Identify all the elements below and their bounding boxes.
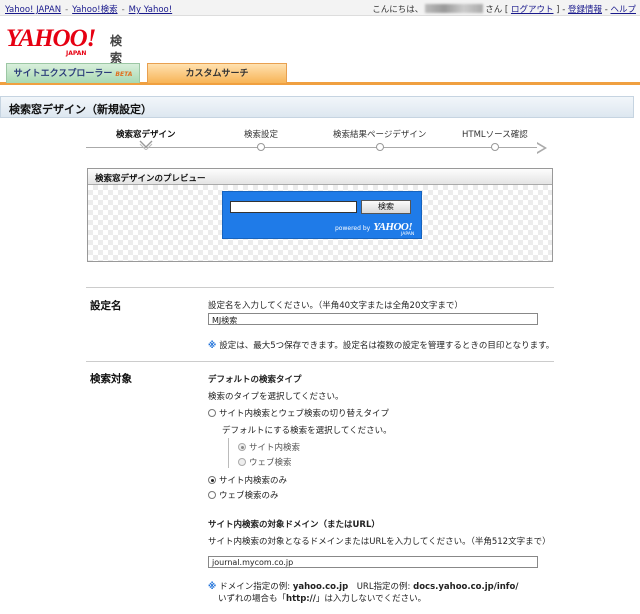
setting-name-label: 設定名	[90, 300, 122, 312]
preview-title: 検索窓デザインのプレビュー	[88, 169, 552, 185]
step-label: 検索窓デザイン	[116, 130, 176, 140]
step-label: 検索結果ページデザイン	[333, 130, 427, 140]
option-label: サイト内検索	[249, 443, 301, 453]
beta-badge: BETA	[115, 71, 133, 78]
powered-by-text: powered by	[335, 225, 371, 232]
divider	[86, 361, 554, 362]
sub-option-site[interactable]: サイト内検索	[238, 441, 300, 453]
step-dot-icon	[490, 143, 499, 151]
redacted-username	[425, 4, 484, 13]
preview-search-button[interactable]: 検索	[361, 200, 411, 214]
top-bar: Yahoo! JAPAN - Yahoo!検索 - My Yahoo! こんにちは、 さん…	[0, 0, 640, 16]
logo-service: 検索	[110, 34, 123, 65]
domain-title: サイト内検索の対象ドメイン（またはURL）	[208, 520, 380, 530]
design-preview: 検索窓デザインのプレビュー 検索 powered by YAHOO! JAPAN	[87, 168, 553, 262]
option-label: ウェブ検索のみ	[219, 491, 279, 501]
tab-site-explorer[interactable]: サイトエクスプローラー BETA	[6, 63, 140, 83]
search-target-label: 検索対象	[90, 373, 132, 385]
example-text: いずれの場合も「	[218, 594, 287, 604]
domain-input[interactable]: journal.mycom.co.jp	[208, 556, 538, 568]
note-text: 設定は、最大5つ保存できます。設定名は複数の設定を管理するときの目印となります。	[219, 341, 555, 351]
separator: -	[604, 5, 608, 15]
greeting-prefix: こんにちは、	[372, 5, 424, 15]
tab-custom-search[interactable]: カスタムサーチ	[147, 63, 287, 83]
powered-by-sub: JAPAN	[401, 232, 415, 237]
step-label: 検索設定	[244, 130, 279, 140]
top-links: Yahoo! JAPAN - Yahoo!検索 - My Yahoo!	[5, 3, 172, 15]
divider	[86, 287, 554, 288]
step-3: 検索結果ページデザイン	[333, 128, 427, 151]
page-title: 検索窓デザイン（新規設定）	[9, 103, 152, 116]
tab-label: カスタムサーチ	[185, 69, 249, 79]
my-yahoo-link[interactable]: My Yahoo!	[129, 5, 173, 15]
radio-site-only[interactable]	[208, 476, 216, 484]
default-select-instruction: デフォルトにする検索を選択してください。	[222, 426, 392, 436]
yahoo-search-logo[interactable]: YAHOO! JAPAN 検索	[6, 25, 122, 65]
separator: -	[65, 5, 69, 15]
help-link[interactable]: ヘルプ	[610, 5, 636, 15]
radio-sub-site[interactable]	[238, 443, 246, 451]
sub-option-web[interactable]: ウェブ検索	[238, 456, 292, 468]
option-label: サイト内検索とウェブ検索の切り替えタイプ	[219, 409, 390, 419]
powered-by-yahoo: powered by YAHOO! JAPAN	[335, 221, 414, 237]
search-widget-preview: 検索 powered by YAHOO! JAPAN	[222, 191, 422, 239]
note-mark: ※	[208, 341, 217, 351]
radio-web-only[interactable]	[208, 491, 216, 499]
yahoo-japan-link[interactable]: Yahoo! JAPAN	[5, 5, 61, 15]
step-4: HTMLソース確認	[462, 128, 528, 151]
radio-switch-type[interactable]	[208, 409, 216, 417]
step-1: 検索窓デザイン	[116, 128, 176, 150]
domain-example-2: いずれの場合も「http://」は入力しないでください。	[218, 592, 426, 604]
tab-label: サイトエクスプローラー	[13, 69, 113, 79]
step-dot-icon	[257, 143, 265, 151]
step-progress: 検索窓デザイン 検索設定 検索結果ページデザイン HTMLソース確認	[86, 128, 556, 158]
default-type-title: デフォルトの検索タイプ	[208, 375, 302, 385]
step-line	[86, 147, 544, 148]
example-http: http://	[286, 594, 316, 604]
preview-canvas: 検索 powered by YAHOO! JAPAN	[88, 185, 552, 261]
yahoo-search-link[interactable]: Yahoo!検索	[72, 5, 117, 15]
separator: -	[121, 5, 125, 15]
step-dot-icon	[375, 143, 384, 151]
example-domain: yahoo.co.jp	[292, 582, 349, 592]
option-web-only[interactable]: ウェブ検索のみ	[208, 489, 279, 501]
example-text: ドメイン指定の例:	[219, 582, 293, 592]
note-mark: ※	[208, 582, 217, 592]
preview-search-input[interactable]	[230, 201, 357, 213]
domain-instruction: サイト内検索の対象となるドメインまたはURLを入力してください。（半角512文字…	[208, 537, 551, 547]
logo-sub: JAPAN	[66, 50, 87, 57]
user-area: こんにちは、 さん [ ログアウト ] - 登録情報 - ヘルプ	[372, 4, 636, 15]
chevron-down-icon	[139, 140, 153, 150]
setting-name-instruction: 設定名を入力してください。（半角40文字または全角20文字まで）	[208, 301, 463, 311]
radio-sub-web[interactable]	[238, 458, 246, 466]
option-label: ウェブ検索	[249, 458, 292, 468]
default-type-instruction: 検索のタイプを選択してください。	[208, 392, 344, 402]
option-switch[interactable]: サイト内検索とウェブ検索の切り替えタイプ	[208, 407, 389, 419]
example-text: 」は入力しないでください。	[315, 594, 427, 604]
logout-link[interactable]: ログアウト	[511, 5, 554, 15]
logo-brand: YAHOO!	[6, 25, 96, 52]
option-label: サイト内検索のみ	[219, 476, 288, 486]
step-2: 検索設定	[244, 128, 279, 151]
account-info-link[interactable]: 登録情報	[568, 5, 602, 15]
domain-example-1: ※ ドメイン指定の例: yahoo.co.jp URL指定の例: docs.yah…	[208, 580, 518, 592]
option-site-only[interactable]: サイト内検索のみ	[208, 474, 287, 486]
example-url: docs.yahoo.co.jp/info/	[413, 582, 519, 592]
setting-name-input[interactable]: MJ検索	[208, 313, 538, 325]
greeting-suffix: さん	[485, 5, 503, 15]
service-tabs: サイトエクスプローラー BETA カスタムサーチ	[0, 63, 640, 85]
separator: -	[562, 5, 566, 15]
page-header: 検索窓デザイン（新規設定）	[0, 96, 634, 118]
step-label: HTMLソース確認	[462, 130, 528, 140]
example-text: URL指定の例:	[348, 582, 414, 592]
setting-name-note: ※ 設定は、最大5つ保存できます。設定名は複数の設定を管理するときの目印となります…	[208, 339, 554, 351]
